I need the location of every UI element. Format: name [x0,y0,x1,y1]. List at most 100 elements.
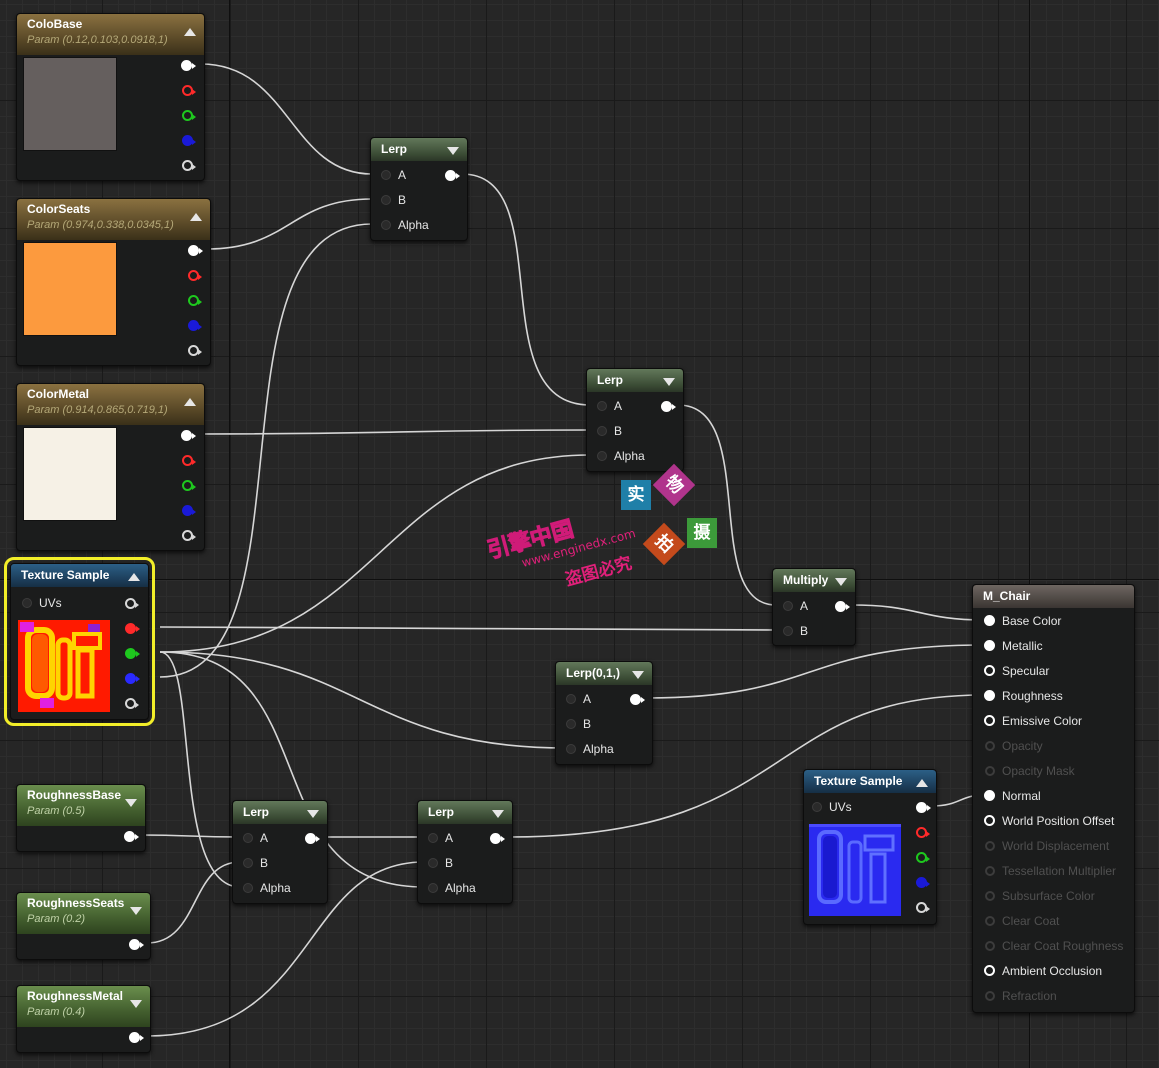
node-header[interactable]: ColorMetal Param (0.914,0.865,0.719,1) [17,384,204,425]
pin-dot-icon[interactable] [428,833,438,843]
output-pin[interactable] [445,170,460,181]
pin-dot-icon[interactable] [597,401,607,411]
input-pin-b[interactable]: B [783,624,808,638]
output-pin-g[interactable] [188,295,202,306]
output-pin-r[interactable] [188,270,202,281]
material-input-pin[interactable]: Normal [984,789,1041,803]
output-pin-r[interactable] [182,85,196,96]
pin-dot-icon[interactable] [783,626,793,636]
texture-sample-node-normal[interactable]: Texture Sample UVs [803,769,937,925]
output-pin-a[interactable] [188,345,202,356]
input-pin-a[interactable]: A [243,831,268,845]
lerp-node-1[interactable]: Lerp A B Alpha [370,137,468,241]
node-header[interactable]: Multiply [773,569,855,592]
input-pin-b[interactable]: B [597,424,622,438]
param-node-roughnessbase[interactable]: RoughnessBase Param (0.5) [16,784,146,852]
lerp-node-3[interactable]: Lerp A B Alpha [232,800,328,904]
output-pin-a[interactable] [125,698,139,709]
output-pin[interactable] [124,831,139,842]
pin-dot-icon[interactable] [985,916,995,926]
material-input-pin[interactable]: Clear Coat [985,914,1059,928]
node-header[interactable]: Lerp [233,801,327,824]
pin-dot-icon[interactable] [984,715,995,726]
pin-dot-icon[interactable] [428,883,438,893]
material-input-pin[interactable]: Refraction [985,989,1057,1003]
node-header[interactable]: ColorSeats Param (0.974,0.338,0.0345,1) [17,199,210,240]
pin-dot-icon[interactable] [984,640,995,651]
output-pin-b[interactable] [188,320,202,331]
material-input-pin[interactable]: Opacity Mask [985,764,1075,778]
node-header[interactable]: RoughnessSeats Param (0.2) [17,893,150,934]
pin-dot-icon[interactable] [243,858,253,868]
material-result-node[interactable]: M_Chair Base Color Metallic Specular Roughn… [972,584,1135,1013]
output-pin-g[interactable] [916,852,930,863]
pin-dot-icon[interactable] [984,665,995,676]
input-pin-a[interactable]: A [783,599,808,613]
material-input-pin[interactable]: Subsurface Color [985,889,1095,903]
output-pin-rgb[interactable] [916,802,931,813]
pin-dot-icon[interactable] [984,965,995,976]
material-input-pin[interactable]: Roughness [984,689,1063,703]
collapse-arrow-icon[interactable] [130,1000,142,1008]
output-pin-a[interactable] [182,160,196,171]
output-pin-r[interactable] [916,827,930,838]
pin-dot-icon[interactable] [243,833,253,843]
output-pin-g[interactable] [182,110,196,121]
lerp-node-4[interactable]: Lerp A B Alpha [417,800,513,904]
node-header[interactable]: Lerp(0,1,) [556,662,652,685]
input-pin-alpha[interactable]: Alpha [428,881,476,895]
pin-dot-icon[interactable] [985,891,995,901]
collapse-arrow-icon[interactable] [492,810,504,818]
output-pin-g[interactable] [125,648,140,659]
node-header[interactable]: RoughnessBase Param (0.5) [17,785,145,826]
input-pin-b[interactable]: B [243,856,268,870]
pin-dot-icon[interactable] [566,694,576,704]
pin-dot-icon[interactable] [984,815,995,826]
output-pin[interactable] [835,601,850,612]
collapse-arrow-icon[interactable] [916,779,928,787]
output-pin-a[interactable] [182,530,196,541]
material-input-pin[interactable]: Emissive Color [984,714,1082,728]
collapse-arrow-icon[interactable] [190,213,202,221]
param-node-colorseats[interactable]: ColorSeats Param (0.974,0.338,0.0345,1) [16,198,211,366]
output-pin-r[interactable] [182,455,196,466]
param-node-roughnessmetal[interactable]: RoughnessMetal Param (0.4) [16,985,151,1053]
pin-dot-icon[interactable] [381,170,391,180]
material-input-pin[interactable]: World Position Offset [984,814,1114,828]
input-pin-a[interactable]: A [381,168,406,182]
input-pin-uvs[interactable]: UVs [812,800,852,814]
collapse-arrow-icon[interactable] [307,810,319,818]
collapse-arrow-icon[interactable] [184,28,196,36]
multiply-node[interactable]: Multiply A B [772,568,856,646]
input-pin-b[interactable]: B [381,193,406,207]
input-pin-uvs[interactable]: UVs [22,596,62,610]
pin-dot-icon[interactable] [783,601,793,611]
material-input-pin[interactable]: World Displacement [985,839,1109,853]
input-pin-a[interactable]: A [566,692,591,706]
material-input-pin[interactable]: Clear Coat Roughness [985,939,1123,953]
pin-dot-icon[interactable] [812,802,822,812]
lerp01-node[interactable]: Lerp(0,1,) A B Alpha [555,661,653,765]
input-pin-alpha[interactable]: Alpha [243,881,291,895]
material-input-pin[interactable]: Specular [984,664,1049,678]
pin-dot-icon[interactable] [597,451,607,461]
pin-dot-icon[interactable] [381,220,391,230]
texture-sample-node-mask[interactable]: Texture Sample UVs [4,557,155,726]
input-pin-alpha[interactable]: Alpha [381,218,429,232]
output-pin-rgb[interactable] [181,60,196,71]
input-pin-b[interactable]: B [566,717,591,731]
output-pin[interactable] [661,401,676,412]
output-pin-g[interactable] [182,480,196,491]
material-input-pin[interactable]: Base Color [984,614,1061,628]
pin-dot-icon[interactable] [984,690,995,701]
output-pin-rgb[interactable] [125,598,139,609]
collapse-arrow-icon[interactable] [125,799,137,807]
param-node-colobase[interactable]: ColoBase Param (0.12,0.103,0.0918,1) [16,13,205,181]
pin-dot-icon[interactable] [984,790,995,801]
collapse-arrow-icon[interactable] [447,147,459,155]
output-pin-rgb[interactable] [188,245,203,256]
pin-dot-icon[interactable] [985,741,995,751]
pin-dot-icon[interactable] [381,195,391,205]
pin-dot-icon[interactable] [243,883,253,893]
output-pin-rgb[interactable] [181,430,196,441]
